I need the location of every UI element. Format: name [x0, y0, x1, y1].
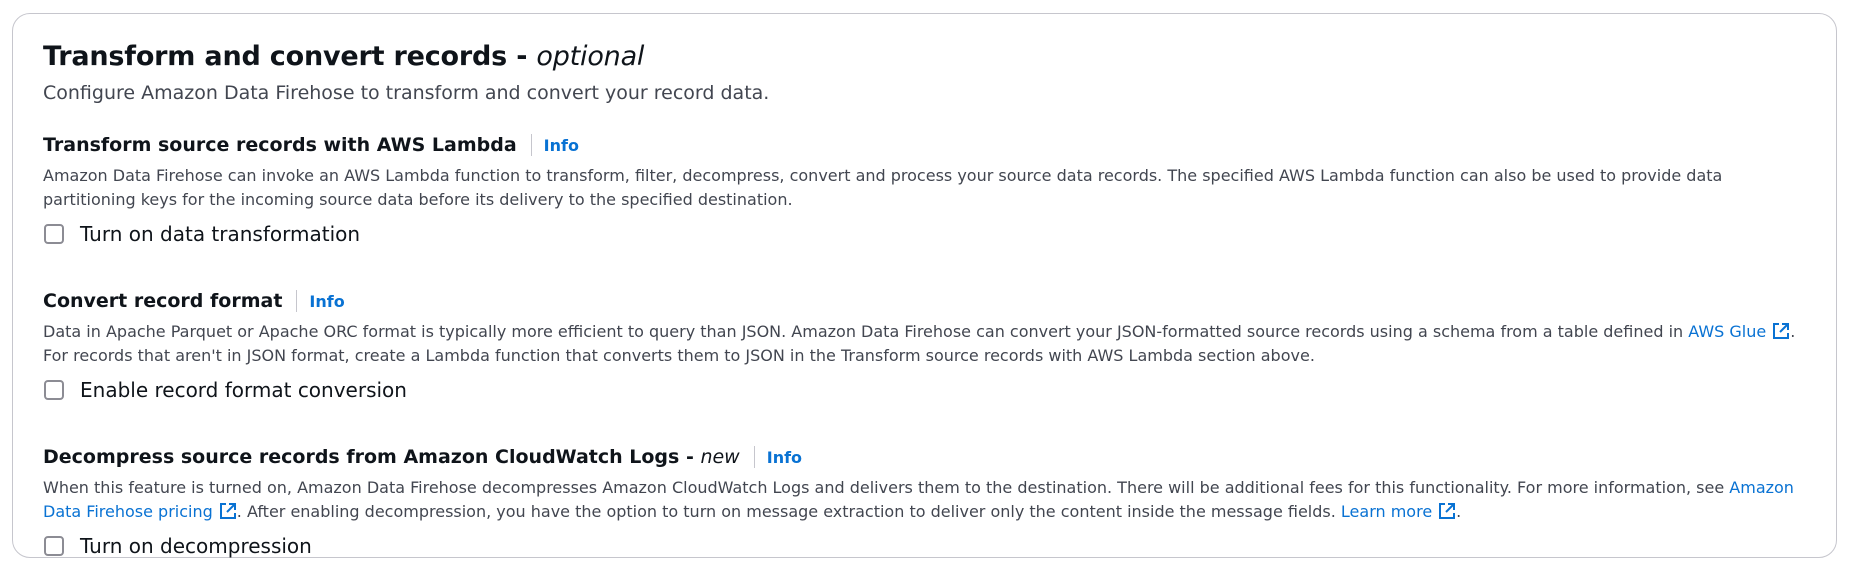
info-link[interactable]: Info — [309, 292, 344, 311]
optional-label: optional — [536, 41, 645, 72]
record-format-section: Convert record format Info Data in Apach… — [43, 288, 1806, 404]
record-format-checkbox[interactable] — [44, 380, 64, 400]
checkbox-label[interactable]: Turn on decompression — [80, 532, 312, 560]
section-description: Data in Apache Parquet or Apache ORC for… — [43, 322, 1796, 365]
decompression-checkbox[interactable] — [44, 536, 64, 556]
data-transformation-checkbox[interactable] — [44, 224, 64, 244]
section-header: Transform source records with AWS Lambda… — [43, 132, 1806, 158]
learn-more-link[interactable]: Learn more — [1341, 502, 1456, 521]
external-link-icon — [1773, 323, 1790, 339]
new-label: new — [700, 446, 740, 468]
panel-title: Transform and convert records - optional — [43, 41, 645, 72]
info-link[interactable]: Info — [767, 448, 802, 467]
lambda-transform-section: Transform source records with AWS Lambda… — [43, 132, 1806, 248]
external-link-icon — [219, 503, 236, 519]
info-link[interactable]: Info — [544, 136, 579, 155]
panel-subtitle: Configure Amazon Data Firehose to transf… — [43, 82, 770, 104]
data-transformation-checkbox-row[interactable]: Turn on data transformation — [43, 220, 1806, 248]
section-title: Transform source records with AWS Lambda — [43, 134, 517, 156]
section-description: Amazon Data Firehose can invoke an AWS L… — [43, 166, 1723, 209]
aws-glue-link[interactable]: AWS Glue — [1688, 322, 1790, 341]
section-title: Decompress source records from Amazon Cl… — [43, 446, 740, 468]
panel-header: Transform and convert records - optional… — [43, 14, 1806, 106]
transform-convert-panel: Transform and convert records - optional… — [12, 13, 1837, 558]
section-description: When this feature is turned on, Amazon D… — [43, 478, 1794, 521]
section-header: Convert record format Info — [43, 288, 1806, 314]
section-title: Convert record format — [43, 290, 283, 312]
external-link-icon — [1439, 503, 1456, 519]
divider — [530, 134, 532, 156]
record-format-checkbox-row[interactable]: Enable record format conversion — [43, 376, 1806, 404]
decompression-checkbox-row[interactable]: Turn on decompression — [43, 532, 1806, 560]
section-header: Decompress source records from Amazon Cl… — [43, 444, 1806, 470]
checkbox-label[interactable]: Turn on data transformation — [80, 220, 360, 248]
divider — [753, 446, 755, 468]
divider — [296, 290, 298, 312]
checkbox-label[interactable]: Enable record format conversion — [80, 376, 407, 404]
decompress-section: Decompress source records from Amazon Cl… — [43, 444, 1806, 560]
